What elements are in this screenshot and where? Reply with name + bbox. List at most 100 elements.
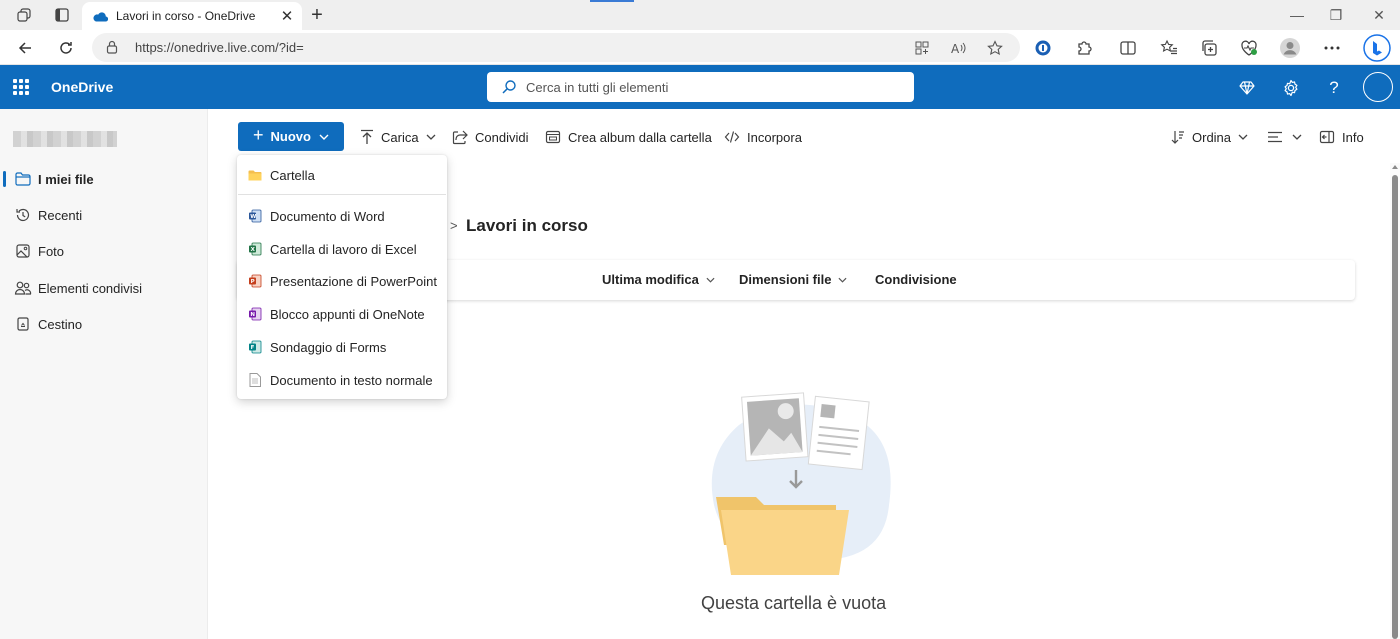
favorite-star-icon[interactable] [986,39,1004,57]
image-icon [14,242,32,260]
embed-label: Incorpora [747,129,802,145]
column-label: Dimensioni file [739,272,832,287]
sidebar-item-recycle-bin[interactable]: Cestino [0,309,208,339]
menu-item-powerpoint[interactable]: P Presentazione di PowerPoint [237,266,447,296]
chevron-down-icon [1238,134,1248,140]
menu-item-onenote[interactable]: N Blocco appunti di OneNote [237,299,447,329]
app-launcher-icon[interactable] [13,79,29,95]
browser-toolbar: https://onedrive.live.com/?id= A [0,30,1400,65]
column-file-size[interactable]: Dimensioni file [739,272,847,287]
sidebar-item-label: I miei file [38,171,94,187]
split-screen-icon[interactable] [1117,37,1139,59]
create-album-button[interactable]: Crea album dalla cartella [545,127,712,147]
search-placeholder: Cerca in tutti gli elementi [526,79,669,95]
sidebar-item-photos[interactable]: Foto [0,236,208,266]
back-arrow-icon[interactable] [13,36,37,60]
menu-item-label: Documento in testo normale [270,372,433,388]
sidebar-item-shared[interactable]: Elementi condivisi [0,273,208,303]
folder-icon [14,170,32,188]
svg-text:P: P [251,279,255,285]
sidebar-item-recent[interactable]: Recenti [0,200,208,230]
menu-item-text-document[interactable]: Documento in testo normale [237,365,447,395]
scroll-up-arrow-icon[interactable] [1392,165,1398,169]
list-view-icon [1267,131,1283,143]
new-button[interactable]: + Nuovo [238,122,344,151]
upload-icon [360,129,374,145]
view-options-button[interactable] [1267,127,1302,147]
column-modified[interactable]: Ultima modifica [602,272,715,287]
maximize-button[interactable]: ❐ [1325,4,1347,26]
menu-item-forms[interactable]: F Sondaggio di Forms [237,332,447,362]
account-avatar[interactable] [1363,72,1393,102]
minimize-button[interactable]: — [1286,4,1308,26]
refresh-icon[interactable] [54,36,78,60]
column-label: Ultima modifica [602,272,699,287]
column-label: Condivisione [875,272,957,287]
info-button[interactable]: Info [1319,127,1364,147]
menu-item-label: Cartella [270,167,315,183]
sidebar-item-my-files[interactable]: I miei file [0,164,208,194]
help-icon[interactable]: ? [1323,77,1345,99]
tab-actions-icon[interactable] [52,5,72,25]
app-available-icon[interactable] [913,39,931,57]
new-button-label: Nuovo [270,129,311,144]
workspaces-icon[interactable] [14,5,34,25]
share-label: Condividi [475,129,529,145]
svg-text:N: N [250,312,255,318]
share-icon [452,129,468,145]
menu-item-excel[interactable]: X Cartella di lavoro di Excel [237,234,447,264]
new-menu: Cartella W Documento di Word X Cartella … [237,155,447,399]
premium-diamond-icon[interactable] [1236,77,1258,99]
collections-icon[interactable] [1198,37,1220,59]
address-bar[interactable]: https://onedrive.live.com/?id= A [92,33,1020,62]
scrollbar-thumb[interactable] [1392,175,1398,639]
chevron-down-icon [706,277,715,283]
word-icon: W [248,209,262,223]
share-button[interactable]: Condividi [452,127,528,147]
tab-onedrive[interactable]: Lavori in corso - OneDrive ✕ [82,2,302,30]
sidebar-item-label: Cestino [38,316,83,332]
bing-copilot-icon[interactable] [1363,34,1391,62]
chevron-down-icon [319,134,329,140]
read-aloud-icon[interactable]: A [950,39,968,57]
menu-item-label: Documento di Word [270,208,385,224]
menu-item-folder[interactable]: Cartella [237,160,447,190]
browser-essentials-icon[interactable] [1238,37,1260,59]
favorites-icon[interactable] [1158,37,1180,59]
breadcrumb-separator: > [450,218,458,233]
password-manager-icon[interactable] [1032,37,1054,59]
tab-strip-indicator [590,0,634,2]
menu-item-label: Presentazione di PowerPoint [270,273,437,289]
empty-folder-illustration [711,392,891,575]
search-box[interactable]: Cerca in tutti gli elementi [487,72,914,102]
close-window-button[interactable]: ✕ [1368,4,1390,26]
info-label: Info [1342,129,1364,145]
recycle-bin-icon [14,315,32,333]
menu-item-label: Cartella di lavoro di Excel [270,241,417,257]
menu-item-word[interactable]: W Documento di Word [237,201,447,231]
sort-button[interactable]: Ordina [1171,127,1248,147]
text-file-icon [248,373,262,387]
app-name[interactable]: OneDrive [51,79,113,95]
close-tab-icon[interactable]: ✕ [276,5,298,27]
menu-item-label: Blocco appunti di OneNote [270,306,425,322]
scrollbar[interactable] [1390,163,1400,639]
history-icon [14,206,32,224]
lock-icon [106,40,118,54]
url-text: https://onedrive.live.com/?id= [135,40,304,55]
embed-button[interactable]: Incorpora [724,127,802,147]
extensions-icon[interactable] [1073,37,1095,59]
upload-label: Carica [381,129,419,145]
settings-gear-icon[interactable] [1280,77,1302,99]
upload-button[interactable]: Carica [360,127,436,147]
chevron-down-icon [838,277,847,283]
chevron-down-icon [426,134,436,140]
profile-avatar-icon[interactable] [1279,37,1301,59]
new-tab-button[interactable]: + [306,4,328,26]
sidebar-item-label: Elementi condivisi [38,280,143,296]
sort-label: Ordina [1192,129,1232,145]
svg-text:X: X [251,247,256,253]
svg-text:F: F [251,345,255,351]
more-options-icon[interactable] [1321,37,1343,59]
column-sharing[interactable]: Condivisione [875,272,957,287]
